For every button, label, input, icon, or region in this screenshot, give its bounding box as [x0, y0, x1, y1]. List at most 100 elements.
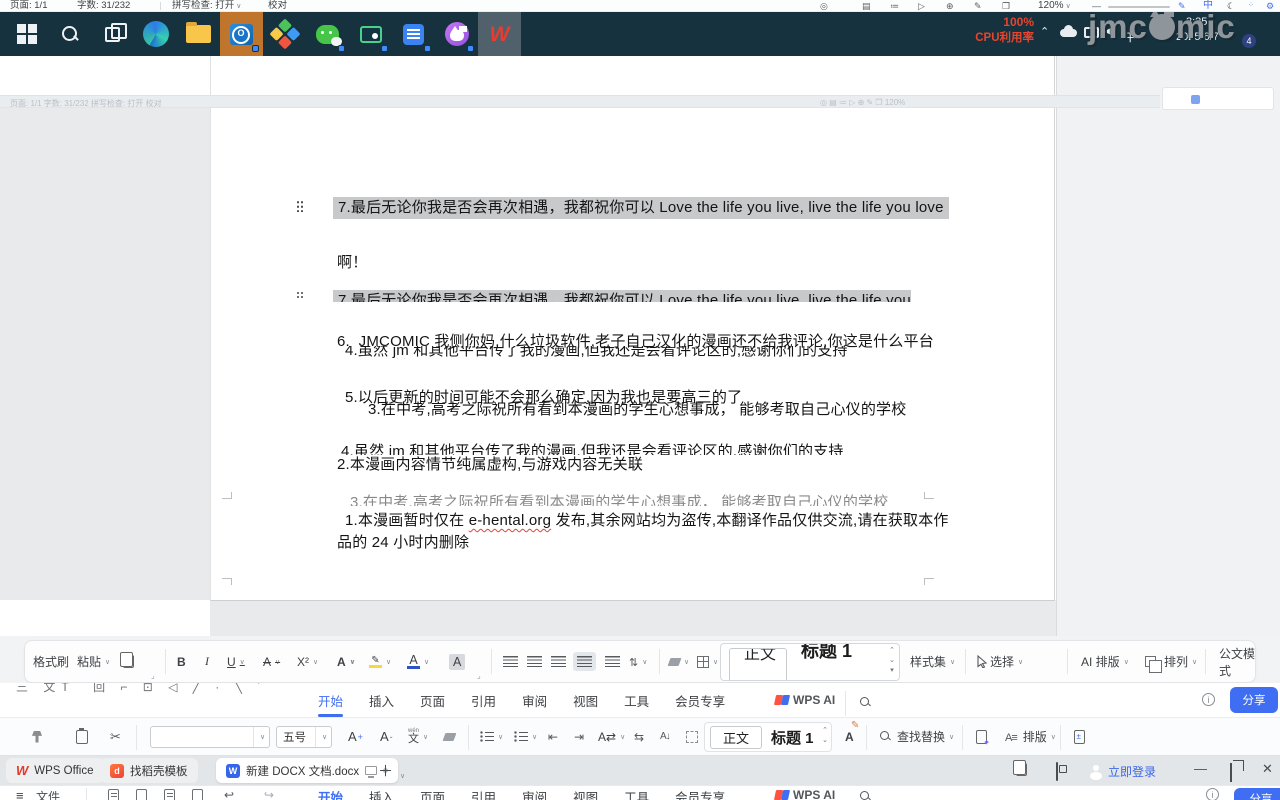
file-menu-button[interactable]: 文件: [36, 788, 60, 800]
multi-window-button[interactable]: [1016, 763, 1027, 781]
swap-button[interactable]: [632, 718, 644, 755]
align-left-button[interactable]: [503, 641, 518, 682]
ribbon-tab[interactable]: 页面: [420, 691, 445, 710]
text-direction-button[interactable]: A⇄: [598, 718, 625, 755]
clear-format-button[interactable]: [669, 641, 689, 682]
status-spellcheck[interactable]: 拼写检查: 打开: [172, 0, 241, 13]
ribbon-tab[interactable]: 视图: [573, 691, 598, 710]
format-painter-icon-button[interactable]: [32, 718, 42, 755]
menu-icon[interactable]: [16, 788, 24, 800]
align-right-button[interactable]: [551, 641, 566, 682]
style-body-swatch[interactable]: 正文: [729, 648, 787, 681]
ribbon-tab[interactable]: 开始: [318, 787, 343, 800]
restore-window-button[interactable]: [1230, 763, 1232, 782]
status-proofread[interactable]: 校对: [268, 0, 287, 12]
taskbar-edge[interactable]: [134, 12, 177, 56]
edit-pen-icon[interactable]: ✎: [974, 0, 982, 12]
close-button[interactable]: ✕: [1262, 761, 1273, 777]
ribbon-tab[interactable]: 视图: [573, 787, 598, 800]
font-size-dropdown[interactable]: [315, 727, 331, 747]
taskbar-docs-app[interactable]: [392, 12, 435, 56]
minimize-button[interactable]: —: [1194, 761, 1207, 776]
play-presentation-icon[interactable]: ▷: [918, 0, 925, 12]
taskbar-cat-app[interactable]: [435, 12, 478, 56]
tray-cloud-icon[interactable]: [1060, 29, 1077, 37]
smart-doc-button[interactable]: [976, 718, 987, 755]
gallery-scroll-arrows[interactable]: ⌃⌄: [822, 726, 828, 746]
zoom-level[interactable]: 120%: [1038, 0, 1071, 13]
new-doc-icon[interactable]: [108, 789, 119, 800]
ribbon-tab[interactable]: 插入: [369, 691, 394, 710]
select-button[interactable]: 选择: [977, 641, 1023, 682]
distribute-button[interactable]: [605, 641, 620, 682]
monitor-icon[interactable]: [365, 766, 377, 775]
decrease-indent-button[interactable]: [548, 718, 558, 755]
start-button[interactable]: [5, 12, 48, 56]
style-body-swatch[interactable]: 正文: [710, 726, 762, 749]
paste-icon-button[interactable]: [76, 718, 88, 755]
ribbon-tab[interactable]: 页面: [420, 787, 445, 800]
line-spacing-button[interactable]: [629, 641, 647, 682]
ribbon-tab[interactable]: 会员专享: [675, 787, 725, 800]
selected-text[interactable]: 7.最后无论你我是否会再次相遇，我都祝你可以 Love the life you…: [333, 197, 949, 219]
save-icon[interactable]: [136, 789, 147, 800]
doc-line-ah[interactable]: 啊！: [337, 251, 367, 272]
ribbon-tab[interactable]: 审阅: [522, 787, 547, 800]
bullet-list-button[interactable]: [480, 718, 503, 755]
ribbon-tab[interactable]: 开始: [318, 691, 343, 710]
font-name-dropdown[interactable]: [253, 727, 269, 747]
zoom-slider[interactable]: [1108, 6, 1170, 8]
bold-button[interactable]: B: [177, 641, 186, 682]
sort-button[interactable]: [660, 718, 670, 755]
integration-box-icon[interactable]: [1056, 762, 1058, 781]
ribbon-search-icon[interactable]: [860, 697, 871, 708]
font-size-combo[interactable]: 五号: [276, 726, 332, 748]
font-name-combo[interactable]: [150, 726, 270, 748]
doc-line-3[interactable]: 3.在中考,高考之际祝所有看到本漫画的学生心想事成， 能够考取自己心仪的学校: [368, 398, 906, 419]
styles-gallery[interactable]: 正文 标题 1 ⌃⌄▾: [720, 643, 900, 681]
edit-mode-icon[interactable]: ✎: [1178, 0, 1186, 12]
doc-line-2[interactable]: 2.本漫画内容情节纯属虚构,与游戏内容无关联: [337, 453, 643, 474]
tab-wps-home[interactable]: W WPS Office: [6, 758, 104, 783]
fullscreen-icon[interactable]: ❐: [1002, 0, 1010, 12]
gallery-scroll-arrows[interactable]: ⌃⌄▾: [889, 646, 895, 675]
ribbon-search-icon[interactable]: [860, 791, 871, 800]
redo-button[interactable]: [262, 788, 274, 800]
ribbon-tab[interactable]: 引用: [471, 691, 496, 710]
justify-button[interactable]: [573, 641, 596, 682]
undo-button[interactable]: [222, 788, 234, 800]
arrange-button[interactable]: 排列: [1145, 641, 1197, 682]
ribbon-tab[interactable]: 工具: [624, 787, 649, 800]
official-doc-mode-button[interactable]: 公文模式: [1219, 641, 1255, 682]
superscript-button[interactable]: X²: [297, 641, 318, 682]
text-effects-button[interactable]: A: [337, 641, 355, 682]
ribbon-tab[interactable]: 插入: [369, 787, 394, 800]
highlight-color-button[interactable]: ✎: [369, 641, 391, 682]
print-layout-icon[interactable]: ▤: [862, 0, 871, 12]
increase-indent-button[interactable]: [574, 718, 584, 755]
ribbon-tab[interactable]: 会员专享: [675, 691, 725, 710]
style-h1-label[interactable]: 标题 1: [801, 643, 852, 663]
login-link[interactable]: 立即登录: [1108, 763, 1156, 780]
paste-button[interactable]: 粘贴: [77, 641, 110, 682]
doc-line-1[interactable]: 1.本漫画暂时仅在 e-hental.org 发布,其余网站均为盗传,本翻译作品…: [345, 509, 949, 530]
layout-button[interactable]: 排版: [1005, 718, 1056, 755]
dots-icon[interactable]: ⁘: [1248, 0, 1254, 12]
strikethrough-button[interactable]: A: [263, 641, 280, 682]
style-h1-label[interactable]: 标题 1: [771, 727, 814, 748]
ribbon-tab[interactable]: 工具: [624, 691, 649, 710]
share-button-bottom[interactable]: 分享: [1234, 788, 1280, 800]
cut-button[interactable]: [110, 718, 121, 755]
copy-button[interactable]: [123, 641, 134, 682]
grow-font-button[interactable]: A: [348, 718, 363, 755]
find-replace-button[interactable]: 查找替换: [880, 718, 954, 755]
italic-button[interactable]: I: [205, 641, 209, 682]
tray-expand-icon[interactable]: ⌃: [1040, 25, 1049, 38]
paragraph-drag-handle[interactable]: [296, 291, 304, 298]
taskbar-pinwheel-app[interactable]: [263, 12, 306, 56]
taskbar-outlook[interactable]: [220, 12, 263, 56]
share-button[interactable]: 分享: [1230, 687, 1278, 713]
paragraph-drag-handle[interactable]: [296, 200, 304, 212]
outline-view-icon[interactable]: ≔: [890, 0, 899, 12]
align-center-button[interactable]: [527, 641, 542, 682]
